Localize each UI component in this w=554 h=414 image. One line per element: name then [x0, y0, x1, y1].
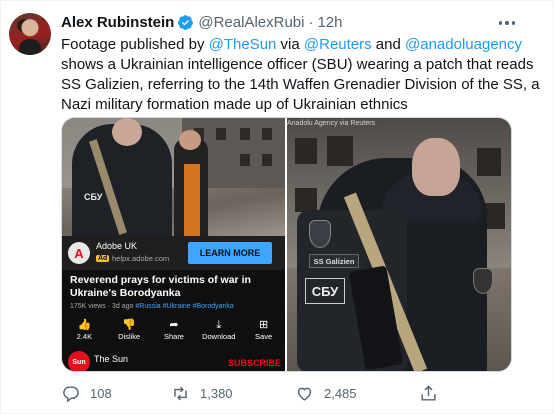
channel-row: Sun The Sun SUBSCRIBE [62, 348, 285, 371]
media-image-right[interactable]: SS Galizien СБУ Anadolu Agency via Reute… [287, 118, 511, 371]
tweet-text-part: Footage published by [61, 36, 209, 53]
avatar-figure [19, 39, 41, 55]
patch-galizien: SS Galizien [309, 254, 359, 268]
save-button[interactable]: ⊞ Save [244, 318, 284, 348]
download-icon: ⤓ [216, 319, 222, 331]
video-actions: 👍 2.4K 👎 Dislike ➦ Share ⤓ Download ⊞ Save [62, 318, 285, 348]
save-icon: ⊞ [258, 319, 269, 331]
thumbs-down-icon: 👎 [122, 319, 137, 331]
mention-anadoluagency[interactable]: @anadoluagency [405, 36, 522, 53]
reply-button[interactable]: 108 [61, 379, 112, 407]
author-handle[interactable]: @RealAlexRubi [198, 14, 304, 31]
trident-patch [309, 220, 331, 248]
reply-icon [63, 385, 79, 402]
retweet-icon [174, 386, 187, 400]
tweet-card[interactable]: Alex Rubinstein @RealAlexRubi · 12h Foot… [0, 0, 554, 414]
adobe-logo-icon: A [68, 242, 90, 264]
tweet-actions: 108 1,380 2,485 [61, 379, 531, 407]
retweet-button[interactable]: 1,380 [171, 379, 233, 407]
soldier-head [112, 118, 142, 146]
reply-count: 108 [90, 385, 112, 401]
more-options-icon[interactable] [494, 13, 520, 33]
sleeve-badge [473, 268, 493, 294]
mention-reuters[interactable]: @Reuters [304, 36, 372, 53]
like-count: 2,485 [324, 385, 357, 401]
like-tweet-button[interactable]: 2,485 [295, 379, 357, 407]
tweet-header: Alex Rubinstein @RealAlexRubi · 12h [61, 12, 343, 32]
channel-name[interactable]: The Sun [94, 354, 128, 364]
video-meta: 175K views · 3d ago #Russia #Ukraine #Bo… [70, 303, 234, 310]
like-button[interactable]: 👍 2.4K [64, 318, 104, 348]
avatar[interactable] [9, 13, 51, 55]
video-title: Reverend prays for victims of war in Ukr… [70, 274, 251, 299]
like-count: 2.4K [76, 332, 93, 341]
ad-badge: Ad [96, 255, 110, 262]
share-label: Share [163, 332, 184, 341]
video-views: 175K views · 3d ago [70, 303, 136, 310]
download-label: Download [202, 332, 236, 341]
mention-thesun[interactable]: @TheSun [209, 36, 277, 53]
tweet-media: СБУ A Adobe UK Ad helpx.adobe.com LEARN … [61, 117, 512, 372]
tweet-text: Footage published by @TheSun via @Reuter… [61, 35, 541, 115]
save-label: Save [255, 332, 273, 341]
priest-stole [184, 164, 200, 236]
dislike-label: Dislike [118, 332, 141, 341]
share-button[interactable]: ➦ Share [154, 318, 194, 348]
tweet-text-part: shows a Ukrainian intelligence officer (… [61, 56, 540, 113]
patch-sbu-small: СБУ [84, 192, 103, 202]
heart-icon [297, 387, 312, 401]
author-name[interactable]: Alex Rubinstein [61, 14, 174, 31]
header-separator: · [308, 13, 314, 31]
share-icon: ➦ [169, 319, 179, 331]
tweet-text-part: and [371, 36, 406, 53]
priest-head [179, 130, 201, 150]
soldier-head [412, 138, 460, 196]
tweet-text-part: via [276, 36, 304, 53]
learn-more-button[interactable]: LEARN MORE [188, 242, 272, 264]
share-tweet-button[interactable] [419, 379, 448, 407]
verified-badge-icon [178, 14, 194, 30]
dislike-button[interactable]: 👎 Dislike [109, 318, 149, 348]
youtube-panel: A Adobe UK Ad helpx.adobe.com LEARN MORE… [62, 236, 285, 371]
share-icon [421, 384, 436, 401]
tweet-time[interactable]: 12h [317, 14, 342, 31]
video-hashtags: #Russia #Ukraine #Borodyanka [135, 303, 234, 310]
channel-logo[interactable]: Sun [68, 351, 90, 371]
ad-row[interactable]: A Adobe UK Ad helpx.adobe.com LEARN MORE [62, 236, 285, 270]
ad-advertiser-name: Adobe UK [96, 241, 138, 251]
subscribe-button[interactable]: SUBSCRIBE [228, 358, 281, 368]
media-image-left[interactable]: СБУ A Adobe UK Ad helpx.adobe.com LEARN … [62, 118, 285, 371]
download-button[interactable]: ⤓ Download [199, 318, 239, 348]
retweet-count: 1,380 [200, 385, 233, 401]
patch-sbu: СБУ [305, 278, 345, 304]
thumbs-up-icon: 👍 [77, 319, 92, 331]
photo-watermark: Anadolu Agency via Reuters [287, 120, 375, 127]
ad-url: helpx.adobe.com [112, 254, 170, 263]
